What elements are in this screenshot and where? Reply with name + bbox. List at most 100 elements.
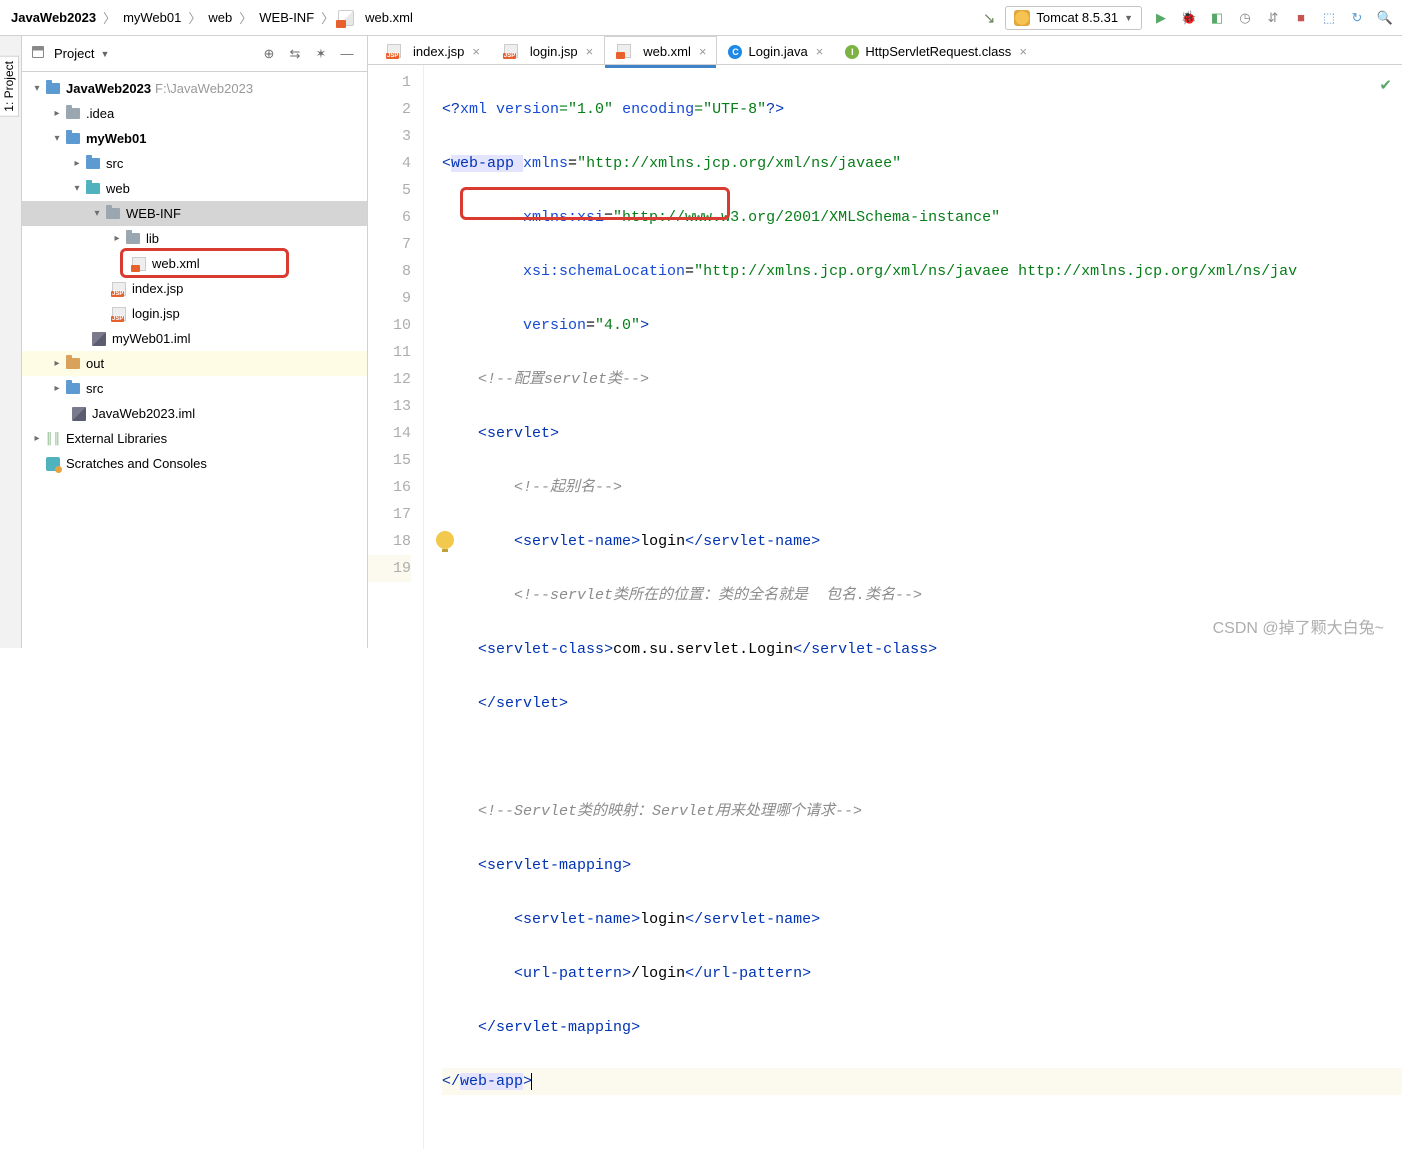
tab-indexjsp[interactable]: index.jsp × bbox=[374, 36, 491, 64]
debug-button[interactable]: 🐞 bbox=[1180, 9, 1198, 27]
jsp-file-icon bbox=[112, 307, 126, 321]
folder-icon bbox=[66, 108, 80, 119]
git-button[interactable]: ⬚ bbox=[1320, 9, 1338, 27]
close-icon[interactable]: × bbox=[699, 44, 707, 59]
inspection-ok-icon[interactable]: ✔ bbox=[1379, 73, 1392, 100]
project-panel-title[interactable]: Project bbox=[54, 46, 94, 61]
folder-icon bbox=[106, 208, 120, 219]
out-folder-icon bbox=[66, 358, 80, 369]
tree-node-webxml[interactable]: web.xml bbox=[22, 251, 367, 276]
close-icon[interactable]: × bbox=[472, 44, 480, 59]
chevron-down-icon: ▾ bbox=[90, 208, 104, 219]
project-folder-icon bbox=[46, 83, 60, 94]
java-class-icon: C bbox=[728, 45, 742, 59]
tree-node-external-libs[interactable]: ▸ ║║ External Libraries bbox=[22, 426, 367, 451]
fold-gutter[interactable] bbox=[424, 65, 438, 1149]
chevron-right-icon: ▸ bbox=[50, 358, 64, 369]
tab-loginjava[interactable]: C Login.java × bbox=[717, 37, 834, 64]
code-content[interactable]: <?xml version="1.0" encoding="UTF-8"?> <… bbox=[438, 65, 1402, 1149]
run-coverage-button[interactable]: ◧ bbox=[1208, 9, 1226, 27]
chevron-down-icon: ▼ bbox=[1124, 13, 1133, 23]
tab-webxml[interactable]: web.xml × bbox=[604, 36, 717, 64]
navigation-bar: JavaWeb2023 〉 myWeb01 〉 web 〉 WEB-INF 〉 … bbox=[0, 0, 1402, 36]
tree-node-web[interactable]: ▾ web bbox=[22, 176, 367, 201]
chevron-right-icon: ▸ bbox=[70, 158, 84, 169]
chevron-down-icon: ▾ bbox=[50, 133, 64, 144]
chevron-down-icon: ▾ bbox=[70, 183, 84, 194]
editor-area: index.jsp × login.jsp × web.xml × C Logi… bbox=[368, 36, 1402, 648]
tree-node-src[interactable]: ▸ src bbox=[22, 151, 367, 176]
tab-httpservletrequest[interactable]: I HttpServletRequest.class × bbox=[834, 37, 1038, 64]
text-caret bbox=[531, 1073, 532, 1090]
project-scope-chevron-icon[interactable]: ▼ bbox=[100, 49, 109, 59]
editor-tabs: index.jsp × login.jsp × web.xml × C Logi… bbox=[368, 36, 1402, 65]
search-button[interactable]: 🔍 bbox=[1376, 9, 1394, 27]
close-icon[interactable]: × bbox=[1019, 44, 1027, 59]
breadcrumb-root[interactable]: JavaWeb2023 bbox=[8, 8, 99, 27]
breadcrumb: JavaWeb2023 〉 myWeb01 〉 web 〉 WEB-INF 〉 … bbox=[8, 8, 416, 27]
toolbar-right: ↘ Tomcat 8.5.31 ▼ ▶ 🐞 ◧ ◷ ⇵ ■ ⬚ ↻ 🔍 bbox=[983, 6, 1394, 30]
close-icon[interactable]: × bbox=[816, 44, 824, 59]
attach-button[interactable]: ⇵ bbox=[1264, 9, 1282, 27]
project-tool-window: Project ▼ ⊕ ⇆ ✶ — ▾ JavaWeb2023 F:\JavaW… bbox=[22, 36, 368, 648]
tool-window-stripe: 1: Project bbox=[0, 36, 22, 648]
jsp-file-icon bbox=[112, 282, 126, 296]
run-config-label: Tomcat 8.5.31 bbox=[1036, 10, 1118, 25]
tree-node-indexjsp[interactable]: index.jsp bbox=[22, 276, 367, 301]
tree-node-myweb-iml[interactable]: myWeb01.iml bbox=[22, 326, 367, 351]
tree-node-scratches[interactable]: Scratches and Consoles bbox=[22, 451, 367, 476]
breadcrumb-folder-web[interactable]: web bbox=[205, 8, 235, 27]
chevron-right-icon: ▸ bbox=[110, 233, 124, 244]
tree-node-project-root[interactable]: ▾ JavaWeb2023 F:\JavaWeb2023 bbox=[22, 76, 367, 101]
tree-node-webinf[interactable]: ▾ WEB-INF bbox=[22, 201, 367, 226]
project-toolwindow-tab[interactable]: 1: Project bbox=[0, 56, 19, 117]
iml-file-icon bbox=[92, 332, 106, 346]
run-button[interactable]: ▶ bbox=[1152, 9, 1170, 27]
tomcat-icon bbox=[1014, 10, 1030, 26]
jsp-file-icon bbox=[504, 44, 518, 58]
source-folder-icon bbox=[66, 383, 80, 394]
jsp-file-icon bbox=[387, 44, 401, 58]
libraries-icon: ║║ bbox=[44, 431, 62, 447]
chevron-right-icon: ▸ bbox=[50, 383, 64, 394]
folder-icon bbox=[126, 233, 140, 244]
tree-node-src2[interactable]: ▸ src bbox=[22, 376, 367, 401]
watermark-text: CSDN @掉了颗大白兔~ bbox=[1213, 614, 1384, 638]
intention-bulb-icon[interactable] bbox=[436, 531, 454, 549]
project-panel-header: Project ▼ ⊕ ⇆ ✶ — bbox=[22, 36, 367, 72]
hide-button[interactable]: — bbox=[337, 44, 357, 64]
scratches-icon bbox=[46, 457, 60, 471]
locate-file-button[interactable]: ⊕ bbox=[259, 44, 279, 64]
tree-node-idea[interactable]: ▸ .idea bbox=[22, 101, 367, 126]
tree-settings-button[interactable]: ✶ bbox=[311, 44, 331, 64]
tree-node-out[interactable]: ▸ out bbox=[22, 351, 367, 376]
java-interface-icon: I bbox=[845, 45, 859, 59]
web-folder-icon bbox=[86, 183, 100, 194]
xml-file-icon bbox=[338, 10, 354, 26]
tree-node-myweb01[interactable]: ▾ myWeb01 bbox=[22, 126, 367, 151]
run-config-dropdown[interactable]: Tomcat 8.5.31 ▼ bbox=[1005, 6, 1142, 30]
expand-all-button[interactable]: ⇆ bbox=[285, 44, 305, 64]
line-number-gutter: 12345678910111213141516171819 bbox=[368, 65, 424, 1149]
module-folder-icon bbox=[66, 133, 80, 144]
chevron-right-icon: ▸ bbox=[30, 433, 44, 444]
tab-loginjsp[interactable]: login.jsp × bbox=[491, 36, 604, 64]
close-icon[interactable]: × bbox=[586, 44, 594, 59]
stop-button[interactable]: ■ bbox=[1292, 9, 1310, 27]
project-tree[interactable]: ▾ JavaWeb2023 F:\JavaWeb2023 ▸ .idea ▾ m… bbox=[22, 72, 367, 480]
tree-node-loginjsp[interactable]: login.jsp bbox=[22, 301, 367, 326]
profile-button[interactable]: ◷ bbox=[1236, 9, 1254, 27]
breadcrumb-folder-webinf[interactable]: WEB-INF bbox=[256, 8, 317, 27]
update-button[interactable]: ↻ bbox=[1348, 9, 1366, 27]
chevron-down-icon: ▾ bbox=[30, 83, 44, 94]
source-folder-icon bbox=[86, 158, 100, 169]
code-editor[interactable]: ✔ 12345678910111213141516171819 <?xml ve… bbox=[368, 65, 1402, 1149]
tree-node-jw-iml[interactable]: JavaWeb2023.iml bbox=[22, 401, 367, 426]
tree-node-lib[interactable]: ▸ lib bbox=[22, 226, 367, 251]
chevron-right-icon: ▸ bbox=[50, 108, 64, 119]
breadcrumb-file[interactable]: web.xml bbox=[362, 8, 416, 27]
build-icon[interactable]: ↘ bbox=[983, 9, 996, 27]
breadcrumb-module[interactable]: myWeb01 bbox=[120, 8, 184, 27]
xml-file-icon bbox=[132, 257, 146, 271]
iml-file-icon bbox=[72, 407, 86, 421]
